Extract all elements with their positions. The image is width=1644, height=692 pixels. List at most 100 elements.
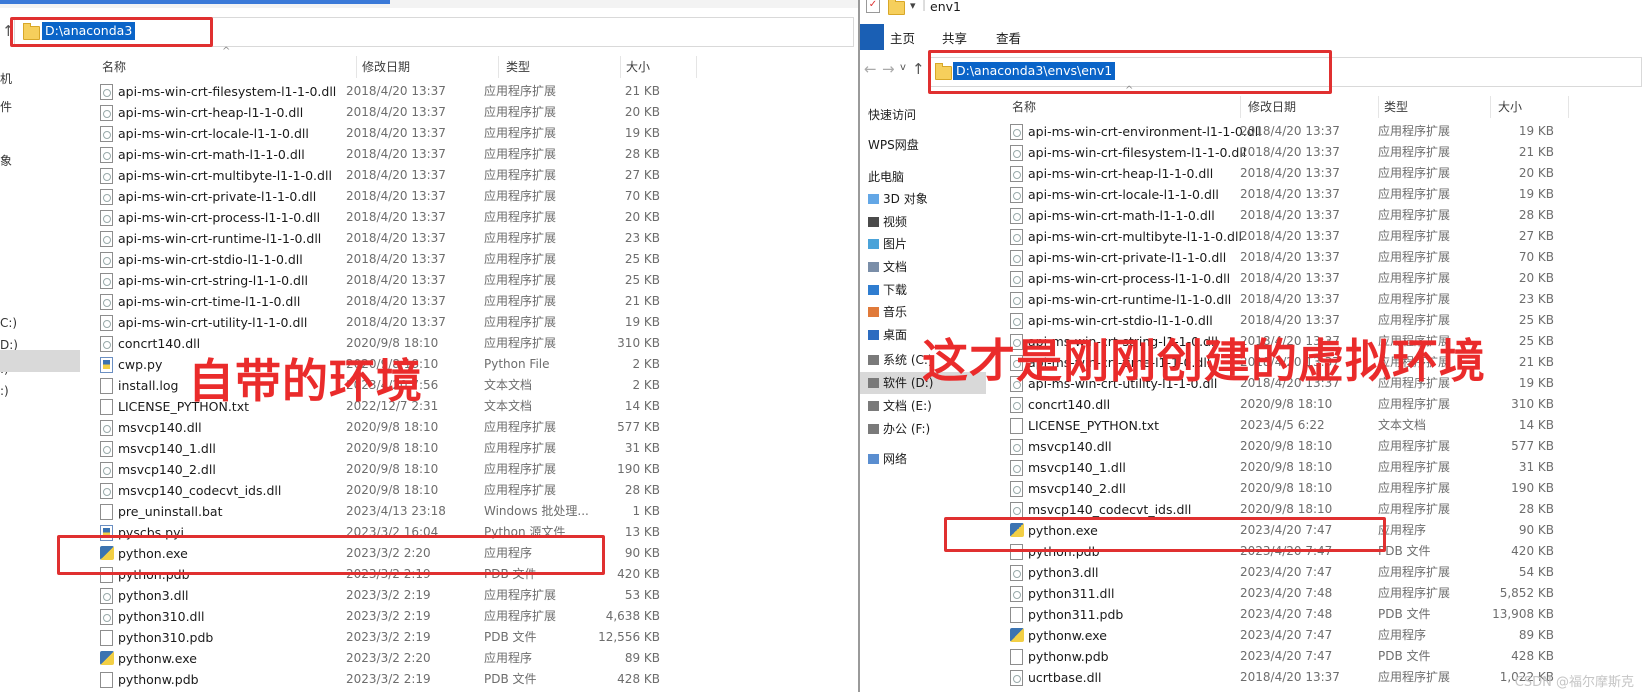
file-row[interactable]: api-ms-win-crt-stdio-l1-1-0.dll 2018/4/20… [84,249,706,270]
file-row[interactable]: api-ms-win-crt-string-l1-1-0.dll 2018/4/2… [84,270,706,291]
file-name: cwp.py [118,357,163,372]
file-row[interactable]: msvcp140_1.dll 2020/9/8 18:10 应用程序扩展 31 KB [84,438,706,459]
file-row[interactable]: api-ms-win-crt-process-l1-1-0.dll 2018/4/… [84,207,706,228]
file-row[interactable]: api-ms-win-crt-filesystem-l1-1-0.dll 2018… [994,142,1616,163]
file-row[interactable]: msvcp140_1.dll 2020/9/8 18:10 应用程序扩展 31 KB [994,457,1616,478]
file-row[interactable]: LICENSE_PYTHON.txt 2023/4/5 6:22 文本文档 14 KB [994,415,1616,436]
column-type[interactable]: 类型 [506,56,530,78]
file-date: 2018/4/20 13:37 [346,315,446,329]
file-date: 2018/4/20 13:37 [1240,271,1340,285]
dll-file-icon [1010,397,1023,413]
nav-item[interactable]: 3D 对象 [868,188,928,210]
file-row[interactable]: api-ms-win-crt-math-l1-1-0.dll 2018/4/20 … [84,144,706,165]
file-row[interactable]: api-ms-win-crt-locale-l1-1-0.dll 2018/4/2… [994,184,1616,205]
tab-view[interactable]: 查看 [996,28,1021,47]
file-row[interactable]: python310.dll 2023/3/2 2:19 应用程序扩展 4,638 KB [84,606,706,627]
file-row[interactable]: pythonw.pdb 2023/4/20 7:47 PDB 文件 428 KB [994,646,1616,667]
file-row[interactable]: api-ms-win-crt-utility-l1-1-0.dll 2018/4/… [84,312,706,333]
file-row[interactable]: api-ms-win-crt-filesystem-l1-1-0.dll 2018… [84,81,706,102]
sidebar-fragment[interactable]: :) [0,384,9,398]
column-date[interactable]: 修改日期 [1248,96,1296,118]
nav-item[interactable]: 此电脑 [868,166,904,188]
back-arrow-icon[interactable]: ← [864,60,877,78]
column-name[interactable]: 名称 [102,56,126,78]
file-name: install.log [118,378,179,393]
column-size[interactable]: 大小 [1498,96,1522,118]
file-row[interactable]: api-ms-win-crt-heap-l1-1-0.dll 2018/4/20 … [994,163,1616,184]
recent-dropdown-icon[interactable]: v [900,62,906,73]
nav-item[interactable]: 视频 [868,211,907,233]
file-date: 2018/4/20 13:37 [346,294,446,308]
column-size[interactable]: 大小 [626,56,650,78]
video-icon [868,217,879,227]
column-separator [696,56,697,78]
explorer-window-left: ↑ D:\anaconda3 ^ 机件象C:)D:):):) 名称 修改日期 类… [0,0,860,692]
sidebar-fragment[interactable]: 机 [0,70,12,87]
file-row[interactable]: msvcp140_codecvt_ids.dll 2020/9/8 18:10 应用… [84,480,706,501]
dll-file-icon [1010,565,1023,581]
file-row[interactable]: python310.pdb 2023/3/2 2:19 PDB 文件 12,556 K… [84,627,706,648]
file-row[interactable]: api-ms-win-crt-runtime-l1-1-0.dll 2018/4/… [84,228,706,249]
file-type: 应用程序扩展 [484,147,557,161]
file-row[interactable]: api-ms-win-crt-time-l1-1-0.dll 2018/4/20 … [84,291,706,312]
file-row[interactable]: python311.dll 2023/4/20 7:48 应用程序扩展 5,852 K… [994,583,1616,604]
file-row[interactable]: api-ms-win-crt-runtime-l1-1-0.dll 2018/4/… [994,289,1616,310]
nav-item[interactable]: 网络 [868,448,907,470]
file-row[interactable]: api-ms-win-crt-locale-l1-1-0.dll 2018/4/2… [84,123,706,144]
file-row[interactable]: api-ms-win-crt-multibyte-l1-1-0.dll 2018/… [84,165,706,186]
file-row[interactable]: msvcp140.dll 2020/9/8 18:10 应用程序扩展 577 KB [994,436,1616,457]
file-row[interactable]: python311.pdb 2023/4/20 7:48 PDB 文件 13,908 … [994,604,1616,625]
nav-item[interactable]: 图片 [868,233,907,255]
nav-item[interactable]: 文档 (E:) [868,395,932,417]
file-row[interactable]: python3.dll 2023/3/2 2:19 应用程序扩展 53 KB [84,585,706,606]
dll-file-icon [100,441,113,457]
nav-item[interactable]: 快速访问 [868,104,916,126]
file-row[interactable]: concrt140.dll 2020/9/8 18:10 应用程序扩展 310 KB [994,394,1616,415]
file-row[interactable]: api-ms-win-crt-multibyte-l1-1-0.dll 2018/… [994,226,1616,247]
document-icon [100,672,113,688]
file-row[interactable]: python3.dll 2023/4/20 7:47 应用程序扩展 54 KB [994,562,1616,583]
up-arrow-icon[interactable]: ↑ [912,60,925,78]
file-size: 70 KB [1518,250,1554,264]
file-row[interactable]: api-ms-win-crt-heap-l1-1-0.dll 2018/4/20 … [84,102,706,123]
file-tab[interactable] [860,24,884,50]
nav-item[interactable]: 文档 [868,256,907,278]
nav-item[interactable]: 下载 [868,279,907,301]
column-name[interactable]: 名称 [1012,96,1036,118]
file-date: 2018/4/20 13:37 [346,126,446,140]
file-row[interactable]: msvcp140.dll 2020/9/8 18:10 应用程序扩展 577 KB [84,417,706,438]
nav-item-label: 办公 (F:) [883,422,931,436]
file-row[interactable]: pythonw.exe 2023/4/20 7:47 应用程序 89 KB [994,625,1616,646]
column-type[interactable]: 类型 [1384,96,1408,118]
tab-share[interactable]: 共享 [942,28,967,47]
file-row[interactable]: api-ms-win-crt-private-l1-1-0.dll 2018/4/… [994,247,1616,268]
file-row[interactable]: msvcp140_2.dll 2020/9/8 18:10 应用程序扩展 190 KB [84,459,706,480]
nav-item[interactable]: WPS网盘 [868,134,919,156]
nav-item[interactable]: 音乐 [868,301,907,323]
file-row[interactable]: msvcp140_2.dll 2020/9/8 18:10 应用程序扩展 190 KB [994,478,1616,499]
sidebar-fragment[interactable]: C:) [0,316,17,330]
file-row[interactable]: api-ms-win-crt-math-l1-1-0.dll 2018/4/20 … [994,205,1616,226]
quick-access-dropdown-icon[interactable]: ▾ [910,0,916,12]
checkbox-icon[interactable]: ✓ [866,0,880,13]
forward-arrow-icon[interactable]: → [882,60,895,78]
file-size: 28 KB [1518,502,1554,516]
file-name: python3.dll [1028,565,1099,580]
nav-item[interactable]: 桌面 [868,324,907,346]
nav-item[interactable]: 办公 (F:) [868,418,930,440]
file-name: LICENSE_PYTHON.txt [1028,418,1160,433]
file-row[interactable]: pythonw.pdb 2023/3/2 2:19 PDB 文件 428 KB [84,669,706,690]
sidebar-fragment[interactable]: 件 [0,98,12,115]
file-type: 应用程序扩展 [484,420,557,434]
file-row[interactable]: pre_uninstall.bat 2023/4/13 23:18 Windows … [84,501,706,522]
file-row[interactable]: pythonw.exe 2023/3/2 2:20 应用程序 89 KB [84,648,706,669]
sidebar-fragment[interactable]: 象 [0,152,12,169]
column-date[interactable]: 修改日期 [362,56,410,78]
tab-home[interactable]: 主页 [890,28,915,47]
file-size: 31 KB [624,441,660,455]
file-size: 19 KB [1518,124,1554,138]
file-row[interactable]: api-ms-win-crt-environment-l1-1-0.dll 201… [994,121,1616,142]
file-row[interactable]: api-ms-win-crt-process-l1-1-0.dll 2018/4/… [994,268,1616,289]
file-row[interactable]: api-ms-win-crt-private-l1-1-0.dll 2018/4/… [84,186,706,207]
file-type: 应用程序扩展 [1378,271,1451,285]
